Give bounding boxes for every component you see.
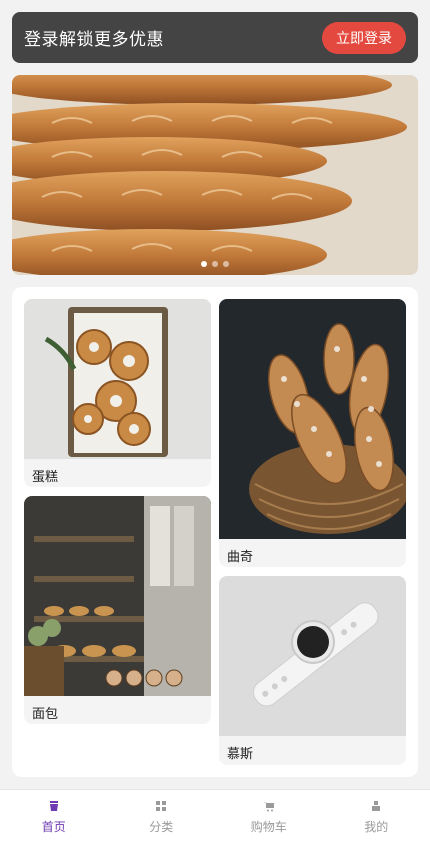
- grid-icon: [156, 800, 167, 811]
- login-button[interactable]: 立即登录: [322, 21, 406, 54]
- product-label: 面包: [32, 707, 59, 722]
- carousel-indicators: [12, 261, 418, 267]
- product-grid: 蛋糕 面包 曲奇 慕斯: [12, 287, 418, 777]
- bread-basket-image: [219, 299, 406, 539]
- bottom-tab-bar: 首页 分类 购物车 我的: [0, 789, 430, 844]
- cart-icon: [263, 801, 274, 811]
- product-label: 蛋糕: [32, 470, 59, 485]
- product-card-mousse[interactable]: 慕斯: [219, 576, 406, 765]
- carousel-dot[interactable]: [212, 261, 218, 267]
- home-page: 登录解锁更多优惠 立即登录 蛋糕 面包 曲奇 慕斯 首页 分类 购物车 我的: [0, 0, 430, 844]
- product-label: 慕斯: [227, 747, 254, 762]
- bakery-shop-image: [24, 496, 211, 696]
- product-card-cake[interactable]: 蛋糕: [24, 299, 211, 487]
- bagels-image: [24, 299, 211, 459]
- tab-category[interactable]: 分类: [108, 790, 216, 844]
- product-label: 曲奇: [227, 550, 254, 565]
- baguettes-image: [12, 75, 418, 275]
- login-banner-text: 登录解锁更多优惠: [24, 30, 164, 50]
- product-card-cookie[interactable]: 曲奇: [219, 299, 406, 567]
- home-icon: [49, 800, 58, 811]
- tab-mine[interactable]: 我的: [323, 790, 430, 844]
- login-banner: 登录解锁更多优惠 立即登录: [12, 12, 418, 63]
- hero-carousel[interactable]: [12, 75, 418, 275]
- product-card-bread[interactable]: 面包: [24, 496, 211, 724]
- carousel-dot[interactable]: [201, 261, 207, 267]
- tab-label: 分类: [149, 819, 174, 834]
- tab-label: 我的: [364, 819, 389, 834]
- tab-label: 首页: [41, 819, 66, 834]
- user-icon: [372, 800, 381, 811]
- tab-label: 购物车: [250, 819, 287, 834]
- tab-cart[interactable]: 购物车: [215, 790, 323, 844]
- carousel-dot[interactable]: [223, 261, 229, 267]
- smartwatch-image: [219, 576, 406, 736]
- tab-home[interactable]: 首页: [0, 790, 108, 844]
